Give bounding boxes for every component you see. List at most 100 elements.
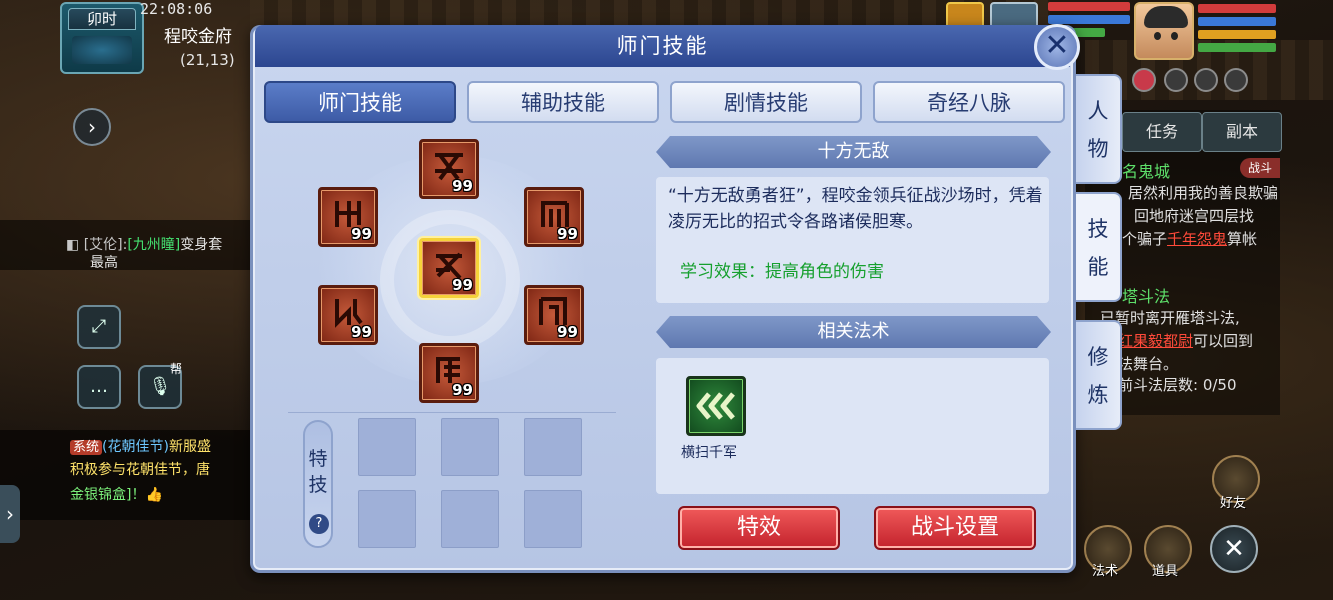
skill-upper-right[interactable]: 99 — [524, 187, 584, 247]
shichen-label: 卯时 — [68, 8, 136, 30]
player-avatar[interactable] — [1134, 2, 1194, 60]
system-message-line2: 积极参与花朝佳节，唐 — [70, 462, 210, 478]
player-mp-bar — [1198, 17, 1276, 26]
tab-school-skills[interactable]: 师门技能 — [264, 81, 456, 123]
buff-icon[interactable] — [1194, 68, 1218, 92]
chat-sender: [艾伦]: — [83, 237, 128, 253]
related-spells-header: 相关法术 — [656, 316, 1051, 348]
clock: 22:08:06 — [140, 0, 213, 18]
map-emblem-icon: 卯时 — [60, 2, 144, 74]
skill-name-header: 十方无敌 — [656, 136, 1051, 168]
pet-mp-bar — [1048, 15, 1130, 24]
skill-level: 99 — [557, 225, 578, 243]
help-icon[interactable]: ? — [309, 514, 329, 534]
items-label: 道具 — [1152, 564, 1179, 579]
section-divider — [288, 412, 616, 413]
quest-text: 红果毅都尉可以回到 — [1118, 330, 1253, 351]
skill-center[interactable]: 99 — [419, 238, 479, 298]
expand-arrow-icon[interactable]: › — [73, 108, 111, 146]
close-menu-icon[interactable]: ✕ — [1210, 525, 1258, 573]
spells-label: 法术 — [1092, 564, 1119, 579]
dialog-header: 师门技能 — [255, 25, 1070, 67]
effects-button[interactable]: 特效 — [678, 506, 840, 550]
side-tab-char: 修 — [1087, 345, 1109, 369]
player-exp-bar — [1198, 43, 1276, 52]
system-tag: 系统 — [70, 440, 103, 455]
special-label-char: 特 — [308, 448, 328, 470]
location-widget[interactable]: 卯时 22:08:06 程咬金府 (21,13) — [60, 0, 250, 76]
left-drawer-toggle-icon[interactable]: › — [0, 485, 20, 543]
tab-support-skills[interactable]: 辅助技能 — [467, 81, 659, 123]
skill-level: 99 — [452, 177, 473, 195]
skill-upper-left[interactable]: 99 — [318, 187, 378, 247]
side-tab-char: 能 — [1087, 255, 1109, 279]
chat-channel: [九州瞳] — [127, 237, 181, 253]
quest-text-part: 算帐 — [1227, 230, 1258, 248]
skill-description: “十方无敌勇者狂”，程咬金领兵征战沙场时，凭着凌厉无比的招式令各路诸侯胆寒。 — [668, 186, 1043, 232]
quest-text-part: 可以回到 — [1193, 332, 1254, 350]
special-skill-slot[interactable] — [524, 418, 582, 476]
side-tab-char: 炼 — [1087, 383, 1109, 407]
skill-top[interactable]: 99 — [419, 139, 479, 199]
battle-badge: 战斗 — [1240, 158, 1280, 178]
dialog-title: 师门技能 — [616, 34, 709, 58]
speaker-icon: ◧ — [66, 237, 84, 253]
skill-level: 99 — [351, 225, 372, 243]
quest-text-part: 个骗子 — [1122, 230, 1168, 248]
chat-continuation: 最高 — [90, 255, 118, 271]
friends-label: 好友 — [1220, 496, 1247, 511]
voice-help-badge: 帮 — [170, 362, 183, 376]
skill-level: 99 — [351, 323, 372, 341]
player-status-bars — [1198, 4, 1276, 56]
special-skill-slot[interactable] — [358, 418, 416, 476]
tab-meridians[interactable]: 奇经八脉 — [873, 81, 1065, 123]
quest-target-link[interactable]: 红果毅都尉 — [1118, 332, 1193, 350]
system-text: 新服盛 — [168, 439, 211, 455]
coordinates: (21,13) — [180, 51, 235, 69]
chat-bubble-icon[interactable]: … — [77, 365, 121, 409]
heart-icon[interactable] — [1132, 68, 1156, 92]
side-tab-cultivation[interactable]: 修炼 — [1076, 320, 1122, 430]
buff-icon[interactable] — [1224, 68, 1248, 92]
buff-icon[interactable] — [1164, 68, 1188, 92]
system-message[interactable]: 系统 (花朝佳节)新服盛 — [70, 436, 211, 456]
quest-text: 法舞台。 — [1118, 355, 1179, 373]
fullscreen-icon[interactable]: ⤢ — [77, 305, 121, 349]
system-message-line3: 金银锦盒]！👍 — [70, 487, 163, 503]
side-tab-skills[interactable]: 技能 — [1076, 192, 1122, 302]
quest-title[interactable]: 塔斗法 — [1122, 283, 1170, 307]
close-icon[interactable]: ✕ — [1034, 24, 1080, 70]
special-skill-slot[interactable] — [524, 490, 582, 548]
battle-settings-button[interactable]: 战斗设置 — [874, 506, 1036, 550]
skill-bottom[interactable]: 99 — [419, 343, 479, 403]
side-tab-char: 物 — [1087, 137, 1109, 161]
skill-lower-left[interactable]: 99 — [318, 285, 378, 345]
special-skill-slot[interactable] — [358, 490, 416, 548]
skill-level: 99 — [557, 323, 578, 341]
tab-story-skills[interactable]: 剧情技能 — [670, 81, 862, 123]
tab-task[interactable]: 任务 — [1122, 112, 1202, 152]
spell-name: 横扫千军 — [681, 445, 737, 461]
quest-text: 个骗子千年怨鬼算帐 — [1122, 228, 1257, 249]
spell-chevrons-icon[interactable] — [686, 376, 746, 436]
avatar-hair — [1144, 6, 1188, 28]
location-name: 程咬金府 — [164, 27, 232, 47]
player-anger-bar — [1198, 30, 1276, 39]
skill-lower-right[interactable]: 99 — [524, 285, 584, 345]
scroll-icon — [72, 36, 132, 64]
special-label-char: 技 — [308, 474, 328, 496]
player-hp-bar — [1198, 4, 1276, 13]
special-skill-slot[interactable] — [441, 418, 499, 476]
chat-message[interactable]: ◧ [艾伦]:[九州瞳]变身套 — [66, 234, 222, 254]
quest-title[interactable]: 名鬼城 — [1122, 158, 1170, 182]
side-tab-char: 人 — [1087, 99, 1109, 123]
quest-target-link[interactable]: 千年怨鬼 — [1167, 230, 1227, 248]
quest-text: 回地府迷宫四层找 — [1134, 207, 1255, 225]
special-skills-label: 特 技 ? — [303, 420, 333, 548]
skill-level: 99 — [452, 381, 473, 399]
skill-level: 99 — [452, 276, 473, 294]
side-tab-character[interactable]: 人物 — [1076, 74, 1122, 184]
quest-text: 前斗法层数: 0/50 — [1118, 376, 1237, 394]
tab-dungeon[interactable]: 副本 — [1202, 112, 1282, 152]
special-skill-slot[interactable] — [441, 490, 499, 548]
